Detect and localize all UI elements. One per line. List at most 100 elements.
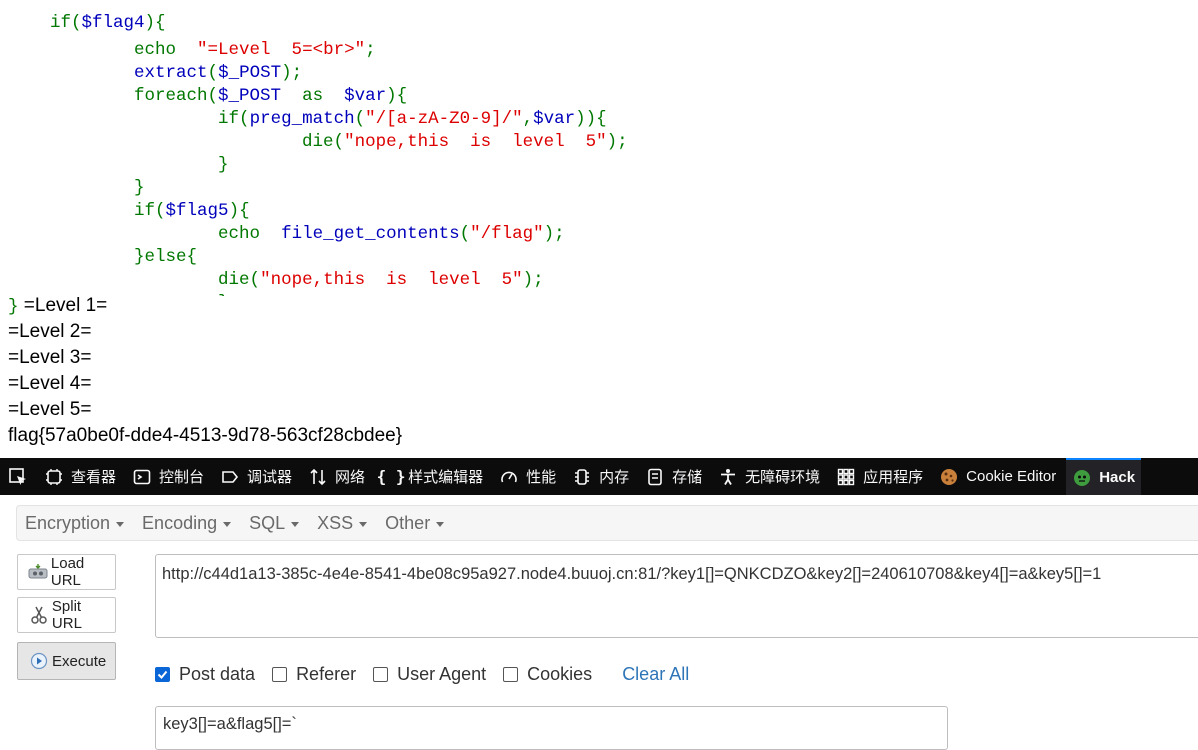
caret-down-icon xyxy=(223,521,232,527)
element-picker-icon xyxy=(8,467,28,487)
network-icon xyxy=(308,467,328,487)
post-data-textarea[interactable]: key3[]=a&flag5[]=` xyxy=(155,706,948,750)
code-token: ( xyxy=(459,224,471,244)
code-line: }else{ xyxy=(8,223,197,267)
devtools-toolbar: 查看器 控制台 调试器 网络 { } 样式编辑器 性能 内存 存储 无障碍环境 … xyxy=(0,458,1198,495)
button-label: Split URL xyxy=(51,598,82,632)
level1-text: =Level 1= xyxy=(18,295,108,316)
cookies-checkbox[interactable] xyxy=(503,666,519,682)
code-line: } xyxy=(8,269,229,296)
option-user-agent[interactable]: User Agent xyxy=(373,664,486,685)
request-options: Post data Referer User Agent Cookies Cle… xyxy=(155,662,689,686)
memory-icon xyxy=(572,467,592,487)
code-token: ); xyxy=(606,132,628,152)
scissors-icon xyxy=(28,604,50,626)
code-token: "nope,this is level 5" xyxy=(344,132,607,152)
tab-network[interactable]: 网络 xyxy=(302,458,371,495)
tab-label: 控制台 xyxy=(159,469,205,486)
caret-down-icon xyxy=(436,521,445,527)
execute-button[interactable]: Execute xyxy=(17,642,116,680)
post-data-checkbox[interactable] xyxy=(155,666,170,682)
menu-label: Encryption xyxy=(25,512,111,533)
option-label: Referer xyxy=(296,663,357,684)
output-line-level5: =Level 5= xyxy=(8,399,92,420)
menu-label: XSS xyxy=(317,512,354,533)
tab-inspector[interactable]: 查看器 xyxy=(38,458,122,495)
tab-label: 存储 xyxy=(672,469,703,486)
element-picker-button[interactable] xyxy=(2,458,34,495)
tab-accessibility[interactable]: 无障碍环境 xyxy=(712,458,826,495)
menu-label: SQL xyxy=(249,512,286,533)
tab-label: 无障碍环境 xyxy=(745,469,821,486)
storage-icon xyxy=(645,467,665,487)
code-line: die("nope,this is level 5"); xyxy=(8,246,544,290)
tab-console[interactable]: 控制台 xyxy=(126,458,210,495)
cookie-icon xyxy=(939,467,959,487)
code-token: ); xyxy=(522,270,544,290)
menu-encryption[interactable]: Encryption xyxy=(17,513,132,534)
flag-output: flag{57a0be0f-dde4-4513-9d78-563cf28cbde… xyxy=(8,425,403,446)
code-line: echo "=Level 5=<br>"; xyxy=(8,16,376,60)
tab-debugger[interactable]: 调试器 xyxy=(214,458,298,495)
caret-down-icon xyxy=(291,521,300,527)
tab-label: 调试器 xyxy=(247,469,293,486)
option-label: Cookies xyxy=(527,663,593,684)
caret-down-icon xyxy=(116,521,125,527)
code-token: "/flag" xyxy=(470,224,544,244)
option-label: Post data xyxy=(179,663,256,684)
caret-down-icon xyxy=(359,521,368,527)
output-line-level3: =Level 3= xyxy=(8,347,92,368)
menu-encoding[interactable]: Encoding xyxy=(134,513,239,534)
url-textarea[interactable]: http://c44d1a13-385c-4e4e-8541-4be08c95a… xyxy=(155,554,1198,638)
option-label: User Agent xyxy=(397,663,487,684)
output-line-level2: =Level 2= xyxy=(8,321,92,342)
button-label: Load URL xyxy=(50,555,85,589)
code-line: die("nope,this is level 5"); xyxy=(8,108,628,152)
tab-label: 样式编辑器 xyxy=(408,469,484,486)
tab-memory[interactable]: 内存 xyxy=(566,458,635,495)
split-url-button[interactable]: Split URL xyxy=(17,597,116,633)
tab-style-editor[interactable]: { } 样式编辑器 xyxy=(375,458,489,495)
menu-sql[interactable]: SQL xyxy=(241,513,307,534)
code-token: ); xyxy=(543,224,565,244)
tab-application[interactable]: 应用程序 xyxy=(830,458,929,495)
option-post-data[interactable]: Post data xyxy=(155,664,255,685)
menu-xss[interactable]: XSS xyxy=(309,513,375,534)
referer-checkbox[interactable] xyxy=(272,666,288,682)
code-token: "nope,this is level 5" xyxy=(260,270,523,290)
code-line: if(preg_match("/[a-zA-Z0-9]/",$var)){ xyxy=(8,85,607,129)
code-line: } xyxy=(8,154,145,198)
accessibility-icon xyxy=(718,467,738,487)
inspector-icon xyxy=(44,467,64,487)
clear-all-link[interactable]: Clear All xyxy=(622,664,689,685)
tab-performance[interactable]: 性能 xyxy=(493,458,562,495)
code-line: } xyxy=(8,131,229,175)
load-url-button[interactable]: Load URL xyxy=(17,554,116,590)
code-line: if($flag4){ xyxy=(8,0,166,33)
tab-label: 性能 xyxy=(526,469,557,486)
hackbar-menu-bar: Encryption Encoding SQL XSS Other xyxy=(16,505,1198,541)
menu-label: Encoding xyxy=(142,512,218,533)
option-referer[interactable]: Referer xyxy=(272,664,356,685)
tab-hackbar[interactable]: Hack xyxy=(1066,458,1142,495)
tab-storage[interactable]: 存储 xyxy=(639,458,708,495)
option-cookies[interactable]: Cookies xyxy=(503,664,592,685)
code-line: foreach($_POST as $var){ xyxy=(8,62,407,106)
tab-cookie-editor[interactable]: Cookie Editor xyxy=(933,458,1062,495)
tab-label: Hack xyxy=(1099,469,1136,486)
menu-other[interactable]: Other xyxy=(377,513,452,534)
code-token: ; xyxy=(365,40,376,60)
performance-icon xyxy=(499,467,519,487)
output-line-level1: } =Level 1= xyxy=(8,293,107,319)
play-icon xyxy=(28,650,50,672)
menu-label: Other xyxy=(385,512,431,533)
code-line: if($flag5){ xyxy=(8,177,250,221)
style-editor-icon: { } xyxy=(376,467,406,486)
hackbar-icon xyxy=(1072,468,1092,488)
user-agent-checkbox[interactable] xyxy=(373,666,389,682)
code-line: echo file_get_contents("/flag"); xyxy=(8,200,565,244)
closing-brace: } xyxy=(8,297,19,317)
tab-label: 网络 xyxy=(335,469,366,486)
tab-label: 查看器 xyxy=(71,469,117,486)
php-source-code: if($flag4){ echo "=Level 5=<br>"; extrac… xyxy=(8,0,1198,296)
